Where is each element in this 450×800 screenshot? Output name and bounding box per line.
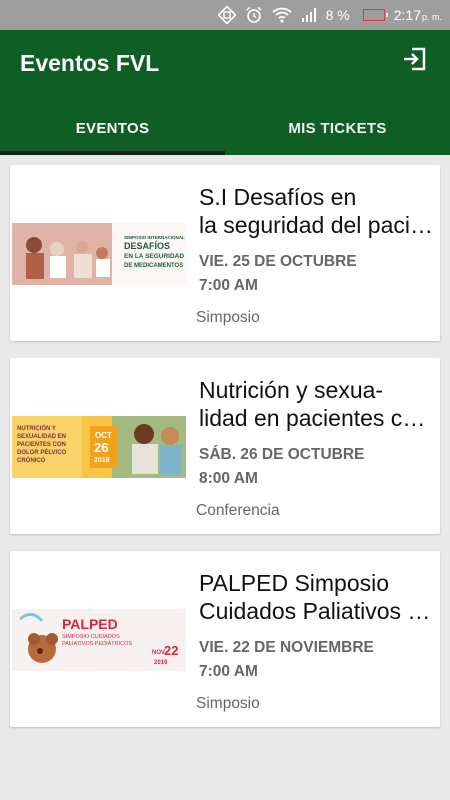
event-card[interactable]: NUTRICIÓN Y SEXUALIDAD EN PACIENTES CON … bbox=[10, 358, 440, 534]
event-datetime: VIE. 25 DE OCTUBRE 7:00 AM bbox=[199, 250, 429, 298]
event-title: Nutrición y sexua- lidad en pacientes co… bbox=[199, 376, 434, 432]
event-date: VIE. 22 DE NOVIEMBRE bbox=[199, 639, 374, 656]
event-date: VIE. 25 DE OCTUBRE bbox=[199, 253, 357, 270]
event-title-line: Nutrición y sexua- bbox=[199, 377, 384, 403]
status-bar: 8 % 2:17p. m. bbox=[0, 0, 450, 30]
thumb-text: SIMPOSIO INTERNACIONAL bbox=[124, 235, 185, 240]
thumb-text: 22 bbox=[164, 643, 178, 658]
signal-icon bbox=[301, 7, 317, 23]
thumb-text: 2019 bbox=[154, 660, 168, 666]
event-datetime: SÁB. 26 DE OCTUBRE 8:00 AM bbox=[199, 443, 429, 491]
thumb-text: PACIENTES CON bbox=[17, 442, 66, 448]
thumb-text: EN LA SEGURIDAD bbox=[124, 253, 184, 260]
battery-percent: 8 % bbox=[325, 7, 350, 23]
event-title-line: lidad en pacientes con dolor bbox=[199, 405, 434, 431]
clock: 2:17p. m. bbox=[394, 7, 442, 23]
event-card[interactable]: SIMPOSIO INTERNACIONAL DESAFÍOS EN LA SE… bbox=[10, 165, 440, 341]
tab-bar: EVENTOS MIS TICKETS bbox=[0, 102, 450, 155]
logout-button[interactable] bbox=[402, 46, 428, 77]
event-date: SÁB. 26 DE OCTUBRE bbox=[199, 446, 365, 463]
event-title-line: S.I Desafíos en bbox=[199, 184, 357, 210]
logout-icon bbox=[402, 46, 428, 77]
event-type: Simposio bbox=[196, 309, 260, 326]
event-time: 7:00 AM bbox=[199, 663, 258, 680]
event-type: Simposio bbox=[196, 695, 260, 712]
thumb-text: DESAFÍOS bbox=[124, 241, 170, 251]
clock-time: 2:17 bbox=[393, 7, 421, 23]
tab-mis-tickets[interactable]: MIS TICKETS bbox=[225, 102, 450, 155]
thumb-text: CRÓNICO bbox=[17, 456, 46, 464]
thumb-text: OCT bbox=[95, 431, 112, 440]
thumb-text: PALIATIVOS PEDIÁTRICOS bbox=[62, 640, 132, 647]
thumb-text: DE MEDICAMENTOS bbox=[124, 263, 183, 269]
event-image: NUTRICIÓN Y SEXUALIDAD EN PACIENTES CON … bbox=[12, 416, 186, 478]
event-title-line: PALPED Simposio bbox=[199, 570, 390, 596]
thumb-text: 26 bbox=[94, 440, 108, 455]
event-datetime: VIE. 22 DE NOVIEMBRE 7:00 AM bbox=[199, 636, 429, 684]
alarm-icon bbox=[245, 6, 263, 24]
wifi-icon bbox=[272, 7, 292, 23]
event-type: Conferencia bbox=[196, 502, 280, 519]
event-time: 8:00 AM bbox=[199, 470, 258, 487]
event-image: PALPED SIMPOSIO CUIDADOS PALIATIVOS PEDI… bbox=[12, 609, 186, 671]
thumb-text: SEXUALIDAD EN bbox=[17, 434, 66, 440]
event-title-line: Cuidados Paliativos Pediátricos bbox=[199, 598, 434, 624]
thumb-text: 2019 bbox=[94, 457, 110, 464]
app-title: Eventos FVL bbox=[20, 50, 160, 76]
battery-icon bbox=[362, 9, 388, 21]
screenshot-icon bbox=[217, 6, 236, 24]
thumb-text: SIMPOSIO CUIDADOS bbox=[62, 634, 120, 640]
event-title: S.I Desafíos en la seguridad del pacient… bbox=[199, 183, 434, 239]
thumb-text: NUTRICIÓN Y bbox=[17, 424, 56, 432]
thumb-text: DOLOR PÉLVICO bbox=[17, 448, 67, 456]
event-title-line: la seguridad del paciente bbox=[199, 212, 434, 238]
event-image: SIMPOSIO INTERNACIONAL DESAFÍOS EN LA SE… bbox=[12, 223, 186, 285]
events-list: SIMPOSIO INTERNACIONAL DESAFÍOS EN LA SE… bbox=[10, 165, 440, 744]
app-bar: Eventos FVL EVENTOS MIS TICKETS bbox=[0, 30, 450, 155]
clock-ampm: p. m. bbox=[421, 12, 442, 22]
thumb-text: PALPED bbox=[62, 616, 118, 632]
event-title: PALPED Simposio Cuidados Paliativos Pedi… bbox=[199, 569, 434, 625]
event-card[interactable]: PALPED SIMPOSIO CUIDADOS PALIATIVOS PEDI… bbox=[10, 551, 440, 727]
event-time: 7:00 AM bbox=[199, 277, 258, 294]
tab-eventos[interactable]: EVENTOS bbox=[0, 102, 225, 155]
